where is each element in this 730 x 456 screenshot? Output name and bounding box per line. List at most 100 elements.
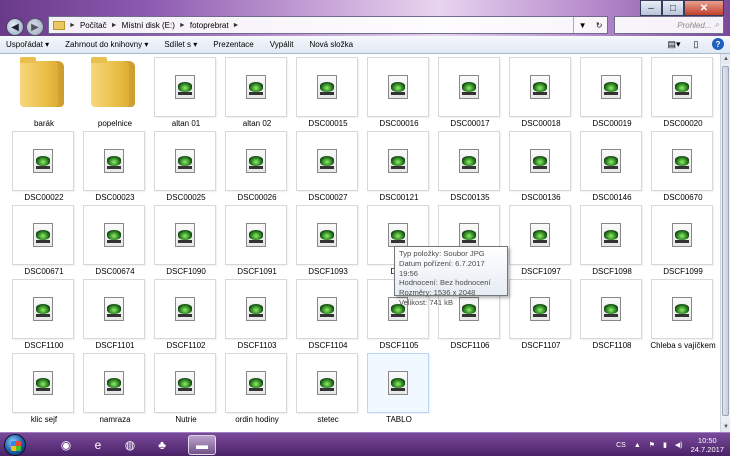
file-name: DSC00671 — [24, 267, 64, 276]
explorer-icon[interactable]: ▬ — [188, 435, 216, 455]
breadcrumb-item-folder[interactable]: fotoprebrat ► — [190, 21, 240, 30]
address-bar[interactable]: ► Počítač ► Místní disk (E:) ► fotoprebrat… — [48, 16, 608, 34]
file-name: DSCF1103 — [237, 341, 277, 350]
file-item[interactable]: DSCF1101 — [83, 279, 147, 350]
file-item[interactable]: DSC00016 — [367, 57, 431, 128]
file-item[interactable]: stetec — [296, 353, 360, 424]
network-icon[interactable]: ▮ — [663, 441, 667, 449]
vertical-scrollbar[interactable]: ▲ ▼ — [720, 54, 730, 432]
file-item[interactable]: ordin hodiny — [225, 353, 289, 424]
jpg-file-icon — [388, 371, 408, 395]
scroll-up-button[interactable]: ▲ — [721, 54, 730, 64]
file-item[interactable]: klic sejf — [12, 353, 76, 424]
slideshow-button[interactable]: Prezentace — [213, 40, 253, 49]
file-item[interactable]: DSCF1102 — [154, 279, 218, 350]
refresh-icon[interactable]: ↻ — [596, 21, 603, 30]
file-name: DSCF1101 — [95, 341, 135, 350]
folder-item[interactable]: barák — [12, 57, 76, 128]
clock[interactable]: 10:50 24.7.2017 — [691, 436, 724, 454]
maximize-button[interactable]: □ — [662, 0, 684, 16]
file-name: DSCF1104 — [308, 341, 348, 350]
file-item[interactable]: DSCF1091 — [225, 205, 289, 276]
search-input[interactable]: Prohled... ⌕ — [614, 16, 724, 34]
file-item[interactable]: Chleba s vajíčkem — [650, 279, 716, 350]
file-thumbnail — [509, 131, 571, 191]
file-item[interactable]: DSC00020 — [651, 57, 715, 128]
language-indicator[interactable]: CS — [616, 442, 626, 449]
file-item[interactable]: DSC00670 — [651, 131, 715, 202]
organize-button[interactable]: Uspořádat ▾ — [6, 40, 49, 49]
burn-button[interactable]: Vypálit — [270, 40, 294, 49]
internet-explorer-icon[interactable]: e — [84, 435, 112, 455]
file-item[interactable]: DSCF1107 — [509, 279, 573, 350]
jpg-file-icon — [388, 223, 408, 247]
view-options-icon[interactable]: ▤▾ — [667, 38, 680, 50]
file-item[interactable]: Nutrie — [154, 353, 218, 424]
include-in-library-button[interactable]: Zahrnout do knihovny ▾ — [65, 40, 148, 49]
file-item[interactable]: DSC00022 — [12, 131, 76, 202]
window-titlebar: – □ ✕ ◀ ▶ ► Počítač ► Místní disk (E:) ► f… — [0, 0, 730, 36]
scroll-down-button[interactable]: ▼ — [721, 422, 730, 432]
file-item[interactable]: DSC00121 — [367, 131, 431, 202]
file-thumbnail — [580, 279, 642, 339]
preview-pane-icon[interactable]: ▯ — [690, 38, 702, 50]
file-name: ordin hodiny — [235, 415, 279, 424]
file-item[interactable]: DSCF1103 — [225, 279, 289, 350]
file-thumbnail — [154, 205, 216, 265]
file-item[interactable]: DSCF1100 — [12, 279, 76, 350]
file-item[interactable]: DSCF1097 — [509, 205, 573, 276]
file-item[interactable]: DSC00027 — [296, 131, 360, 202]
file-item[interactable]: DSCF1098 — [580, 205, 644, 276]
scrollbar-thumb[interactable] — [722, 66, 729, 416]
file-thumbnail — [367, 57, 429, 117]
file-item[interactable]: DSCF1099 — [651, 205, 715, 276]
folder-item[interactable]: popelnice — [83, 57, 147, 128]
file-item[interactable]: DSCF1104 — [296, 279, 360, 350]
tooltip-date: Datum pořízení: 6.7.2017 19:56 — [399, 258, 485, 278]
jpg-file-icon — [104, 371, 124, 395]
volume-icon[interactable]: ◀) — [675, 441, 683, 449]
start-button[interactable] — [4, 434, 26, 456]
breadcrumb-sep-0[interactable]: ► — [69, 22, 76, 29]
share-with-button[interactable]: Sdílet s ▾ — [164, 40, 197, 49]
file-name: DSC00121 — [379, 193, 419, 202]
jpg-file-icon — [33, 297, 53, 321]
file-thumbnail — [296, 205, 358, 265]
file-item[interactable]: DSC00025 — [154, 131, 218, 202]
file-item[interactable]: DSC00674 — [83, 205, 147, 276]
file-item[interactable]: DSC00135 — [438, 131, 502, 202]
file-item[interactable]: DSC00019 — [580, 57, 644, 128]
tray-expand-icon[interactable]: ▲ — [634, 442, 641, 449]
media-player-icon[interactable]: ◉ — [52, 435, 80, 455]
file-item[interactable]: DSCF1093 — [296, 205, 360, 276]
close-button[interactable]: ✕ — [684, 0, 724, 16]
file-item[interactable]: DSC00023 — [83, 131, 147, 202]
file-name: TABLO — [386, 415, 412, 424]
file-item[interactable]: DSC00015 — [296, 57, 360, 128]
file-item[interactable]: DSCF1108 — [580, 279, 644, 350]
file-item[interactable]: DSC00026 — [225, 131, 289, 202]
file-item[interactable]: TABLO — [367, 353, 431, 424]
file-item[interactable]: DSC00017 — [438, 57, 502, 128]
flag-icon[interactable]: ⚑ — [649, 441, 655, 449]
help-icon[interactable]: ? — [712, 38, 724, 50]
minimize-button[interactable]: – — [640, 0, 662, 16]
file-item[interactable]: DSC00671 — [12, 205, 76, 276]
game-icon[interactable]: ♣ — [148, 435, 176, 455]
dropdown-arrow-icon[interactable]: ▼ — [579, 21, 587, 30]
file-thumbnail — [651, 205, 713, 265]
breadcrumb-item-disk[interactable]: Místní disk (E:) ► — [122, 21, 186, 30]
new-folder-button[interactable]: Nová složka — [309, 40, 353, 49]
file-item[interactable]: DSC00136 — [509, 131, 573, 202]
command-toolbar: Uspořádat ▾ Zahrnout do knihovny ▾ Sdíle… — [0, 36, 730, 54]
file-item[interactable]: namraza — [83, 353, 147, 424]
back-button[interactable]: ◀ — [6, 18, 24, 36]
file-item[interactable]: DSC00146 — [580, 131, 644, 202]
breadcrumb-item-computer[interactable]: Počítač ► — [80, 21, 118, 30]
file-item[interactable]: altan 01 — [154, 57, 218, 128]
file-item[interactable]: DSC00018 — [509, 57, 573, 128]
file-item[interactable]: altan 02 — [225, 57, 289, 128]
firefox-icon[interactable]: ◍ — [116, 435, 144, 455]
forward-button[interactable]: ▶ — [26, 18, 44, 36]
file-item[interactable]: DSCF1090 — [154, 205, 218, 276]
